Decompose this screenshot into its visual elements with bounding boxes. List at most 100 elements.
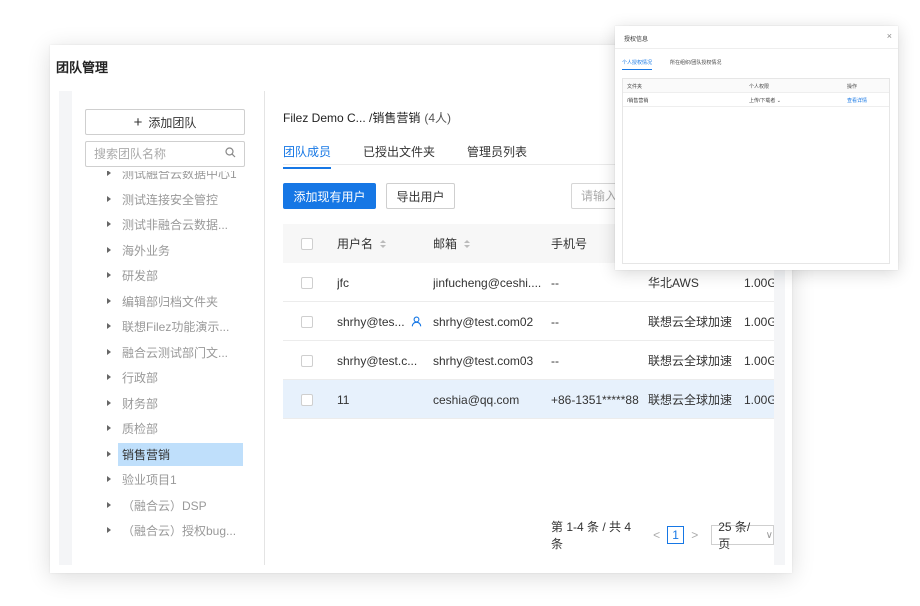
caret-right-icon[interactable] xyxy=(107,272,111,278)
sidebar-team-item[interactable]: 验业项目1 xyxy=(72,467,264,493)
caret-right-icon[interactable] xyxy=(107,348,111,355)
sort-icon[interactable] xyxy=(464,239,471,248)
sidebar-team-label: 测试融合云数据中心1 xyxy=(122,171,237,182)
auth-folder: /销售营销 xyxy=(627,98,649,104)
table-row[interactable]: shrhy@tes... shrhy@test.com02 -- 联想云全球加速 1.0… xyxy=(283,302,774,341)
tab-personal-auth[interactable]: 个人授权情况 xyxy=(622,59,653,70)
export-users-button[interactable]: 导出用户 xyxy=(386,183,455,209)
sidebar-team-item[interactable]: （融合云）授权bug... xyxy=(72,518,264,541)
caret-right-icon[interactable] xyxy=(107,501,111,508)
sidebar-team-item[interactable]: 质检部 xyxy=(72,416,264,442)
row-checkbox-cell xyxy=(301,263,313,302)
sort-icon[interactable] xyxy=(380,239,387,248)
sidebar-team-item[interactable]: 测试连接安全管控 xyxy=(72,187,264,213)
close-icon[interactable]: × xyxy=(887,31,892,41)
sidebar-team-item[interactable]: 行政部 xyxy=(72,365,264,391)
add-existing-user-button[interactable]: 添加现有用户 xyxy=(283,183,376,209)
caret-right-icon[interactable] xyxy=(107,476,111,482)
sidebar-team-item[interactable]: 测试融合云数据中心1 xyxy=(72,171,264,187)
row-checkbox[interactable] xyxy=(301,276,313,289)
page-1-button[interactable]: 1 xyxy=(667,526,685,544)
sidebar-team-label: 编辑部归档文件夹 xyxy=(122,294,219,309)
sidebar-team-label: 验业项目1 xyxy=(122,473,177,488)
header-checkbox-cell xyxy=(301,224,313,263)
caret-right-icon[interactable] xyxy=(107,297,111,304)
caret-right-icon[interactable] xyxy=(107,450,111,457)
authorization-info-popup: 授权信息 × 个人授权情况 所在组织/团队授权情况 文件夹 个人权限 操作 /销… xyxy=(615,26,898,270)
chevron-down-icon: ⌄ xyxy=(776,98,781,104)
tab-org-team-auth[interactable]: 所在组织/团队授权情况 xyxy=(670,59,721,70)
caret-right-icon[interactable] xyxy=(107,399,111,406)
cell-phone: -- xyxy=(551,314,559,329)
row-checkbox[interactable] xyxy=(301,393,313,406)
search-icon[interactable] xyxy=(225,145,236,163)
caret-right-icon[interactable] xyxy=(107,221,111,227)
next-page-button[interactable]: > xyxy=(691,528,698,542)
caret-right-icon[interactable] xyxy=(107,527,111,533)
sidebar-team-label: 财务部 xyxy=(122,396,159,411)
header-email[interactable]: 邮箱 xyxy=(433,224,545,263)
sidebar-team-label: 联想Filez功能演示... xyxy=(122,320,230,335)
sidebar-team-item[interactable]: （融合云）DSP xyxy=(72,493,264,519)
pagination: 第 1-4 条 / 共 4 条 < 1 > 25 条/页 ∨ xyxy=(551,520,774,551)
sidebar-team-item[interactable]: 联想Filez功能演示... xyxy=(72,314,264,340)
popup-tabs: 个人授权情况 所在组织/团队授权情况 xyxy=(622,59,739,70)
row-checkbox[interactable] xyxy=(301,354,313,367)
table-row[interactable]: shrhy@test.c... shrhy@test.com03 -- 联想云全球加速… xyxy=(283,341,774,380)
permission-select[interactable]: 上传/下载者 ⌄ xyxy=(749,97,781,104)
caret-right-icon[interactable] xyxy=(107,425,111,431)
username-text: 11 xyxy=(337,392,350,407)
sidebar-team-label: 销售营销 xyxy=(118,442,243,466)
breadcrumb-path: Filez Demo C... /销售营销 xyxy=(283,111,421,125)
header-username-label: 用户名 xyxy=(337,237,374,251)
auth-table-header: 文件夹 个人权限 操作 xyxy=(623,79,889,93)
team-tree: 测试融合云数据中心1 测试连接安全管控 测试非融合云数据... 海外业务 研发部编辑部归… xyxy=(72,171,264,541)
sidebar-team-item[interactable]: 研发部 xyxy=(72,263,264,289)
caret-right-icon[interactable] xyxy=(107,171,111,176)
header-action: 操作 xyxy=(847,84,858,90)
cell-email: shrhy@test.com03 xyxy=(433,353,534,368)
table-row[interactable]: 11 ceshia@qq.com +86-1351*****88 联想云全球加速 1.0… xyxy=(283,380,774,419)
prev-page-button[interactable]: < xyxy=(653,528,660,542)
sidebar-team-label: 测试连接安全管控 xyxy=(122,192,219,207)
cell-username: shrhy@test.c... xyxy=(337,341,427,380)
cell-quota: 1.00G xyxy=(744,314,774,329)
cell-quota: 1.00G xyxy=(744,353,774,368)
header-username[interactable]: 用户名 xyxy=(337,224,427,263)
cell-phone: -- xyxy=(551,353,559,368)
cell-region: 联想云全球加速 xyxy=(648,315,733,329)
row-checkbox-cell xyxy=(301,380,313,419)
username-text: shrhy@test.c... xyxy=(337,353,418,368)
caret-right-icon[interactable] xyxy=(107,195,111,202)
caret-right-icon[interactable] xyxy=(107,323,111,329)
tab-granted-folders[interactable]: 已授出文件夹 xyxy=(363,143,435,169)
sidebar-team-label: （融合云）DSP xyxy=(122,498,207,513)
sidebar-team-item[interactable]: 财务部 xyxy=(72,391,264,417)
add-team-button[interactable]: + 添加团队 xyxy=(85,109,245,135)
sidebar-team-item[interactable]: 融合云测试部门文... xyxy=(72,340,264,366)
row-checkbox[interactable] xyxy=(301,315,313,328)
select-all-checkbox[interactable] xyxy=(301,237,313,250)
sidebar-team-item[interactable]: 测试非融合云数据... xyxy=(72,212,264,238)
sidebar-team-item[interactable]: 销售营销 xyxy=(72,442,264,468)
caret-right-icon[interactable] xyxy=(107,374,111,380)
sidebar-team-item[interactable]: 海外业务 xyxy=(72,238,264,264)
cell-region: 联想云全球加速 xyxy=(648,393,733,407)
popup-divider xyxy=(615,48,898,49)
view-details-link[interactable]: 查看详情 xyxy=(847,97,867,104)
tab-admin-list[interactable]: 管理员列表 xyxy=(467,143,527,169)
auth-permission: 上传/下载者 xyxy=(749,98,776,104)
cell-username: jfc xyxy=(337,263,427,302)
page-size-select[interactable]: 25 条/页 ∨ xyxy=(711,520,774,551)
user-icon xyxy=(411,316,422,327)
username-text: jfc xyxy=(337,275,349,290)
breadcrumb: Filez Demo C... /销售营销 (4人) xyxy=(283,109,451,126)
team-search-input[interactable] xyxy=(94,147,212,161)
sidebar-team-item[interactable]: 编辑部归档文件夹 xyxy=(72,289,264,315)
team-sidebar: + 添加团队 测试融合云数据中心1 测试连接安全管控测试非融合云数据... 海外业务… xyxy=(72,91,265,565)
caret-right-icon[interactable] xyxy=(107,246,111,253)
sidebar-team-label: 测试非融合云数据... xyxy=(122,218,229,233)
header-permission: 个人权限 xyxy=(749,84,770,90)
tab-team-members[interactable]: 团队成员 xyxy=(283,143,332,169)
page-size-value: 25 条/页 xyxy=(718,520,751,551)
